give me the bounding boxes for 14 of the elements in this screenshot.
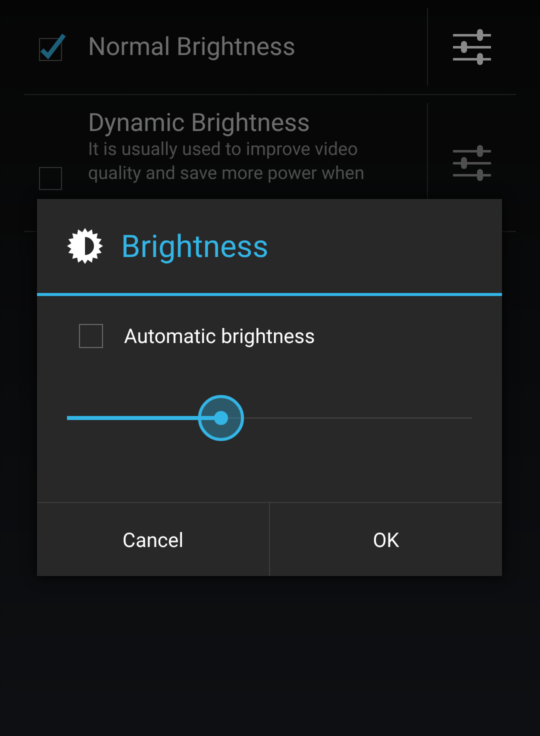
option-title: Dynamic Brightness — [88, 109, 311, 138]
settings-icon[interactable] — [453, 28, 491, 66]
brightness-icon — [67, 228, 103, 264]
checkbox[interactable] — [36, 32, 66, 62]
slider-track[interactable] — [67, 416, 472, 420]
checkbox[interactable] — [79, 324, 103, 348]
dialog-button[interactable]: Cancel — [37, 503, 269, 576]
settings-icon[interactable] — [453, 144, 491, 182]
checkbox-label: Automatic brightness — [124, 324, 315, 348]
dialog-title: Brightness — [121, 228, 269, 264]
option-title: Normal Brightness — [88, 32, 296, 62]
slider-thumb[interactable] — [198, 395, 244, 441]
option-description: It is usually used to improve video quality and save more power when — [88, 138, 366, 186]
dialog-button[interactable]: OK — [269, 503, 502, 576]
